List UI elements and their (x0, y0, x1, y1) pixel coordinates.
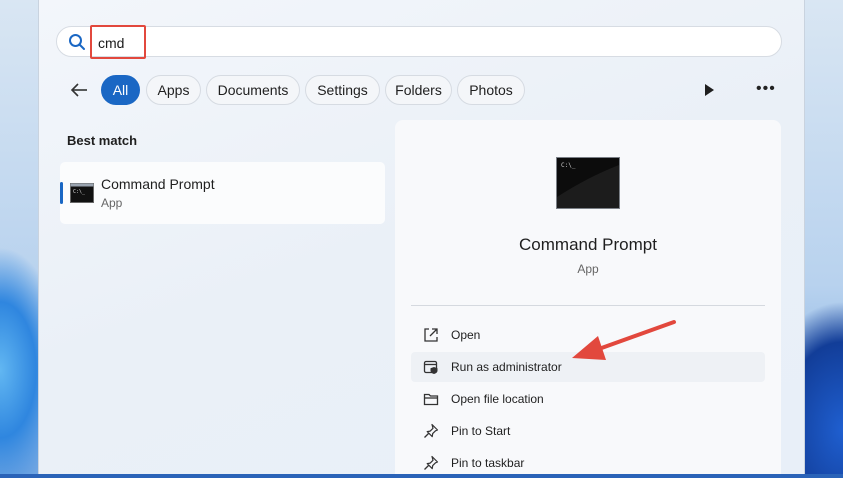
folder-icon (423, 393, 439, 406)
search-icon (69, 34, 85, 50)
best-match-result[interactable]: C:\_ Command Prompt App (60, 162, 385, 224)
action-label: Pin to taskbar (451, 456, 525, 470)
filter-documents[interactable]: Documents (206, 75, 300, 105)
detail-pane: C:\_ Command Prompt App Open Run as admi… (395, 120, 781, 474)
filter-folders[interactable]: Folders (385, 75, 452, 105)
action-label: Open file location (451, 392, 544, 406)
back-arrow-icon[interactable] (69, 80, 89, 100)
action-label: Open (451, 328, 481, 342)
command-prompt-large-icon: C:\_ (556, 157, 620, 209)
pin-icon (424, 455, 439, 470)
svg-text:C:\_: C:\_ (561, 162, 576, 169)
detail-title: Command Prompt (519, 235, 657, 254)
command-prompt-icon: C:\_ (70, 183, 94, 203)
open-external-icon (424, 328, 438, 342)
divider (411, 305, 765, 306)
action-label: Run as administrator (451, 360, 562, 374)
annotation-highlight-box (90, 25, 146, 59)
more-options-icon[interactable]: ••• (756, 80, 776, 98)
pin-icon (424, 423, 439, 438)
action-pin-to-start[interactable]: Pin to Start (411, 416, 765, 446)
action-run-as-administrator[interactable]: Run as administrator (411, 352, 765, 382)
selection-indicator (60, 182, 63, 204)
action-open-file-location[interactable]: Open file location (411, 384, 765, 414)
action-open[interactable]: Open (411, 320, 765, 350)
shield-admin-icon (423, 360, 438, 374)
play-more-filters-icon[interactable] (702, 82, 716, 98)
start-search-panel: cmd All Apps Documents Settings Folders … (38, 0, 805, 474)
filter-photos[interactable]: Photos (457, 75, 525, 105)
best-match-heading: Best match (67, 133, 138, 148)
detail-type: App (577, 262, 599, 276)
svg-text:C:\_: C:\_ (73, 189, 86, 195)
filter-all[interactable]: All (101, 75, 140, 105)
result-title: Command Prompt (101, 176, 215, 192)
result-type: App (101, 196, 123, 210)
filter-settings[interactable]: Settings (305, 75, 380, 105)
search-box[interactable] (56, 26, 782, 57)
action-label: Pin to Start (451, 424, 511, 438)
filter-apps[interactable]: Apps (146, 75, 201, 105)
